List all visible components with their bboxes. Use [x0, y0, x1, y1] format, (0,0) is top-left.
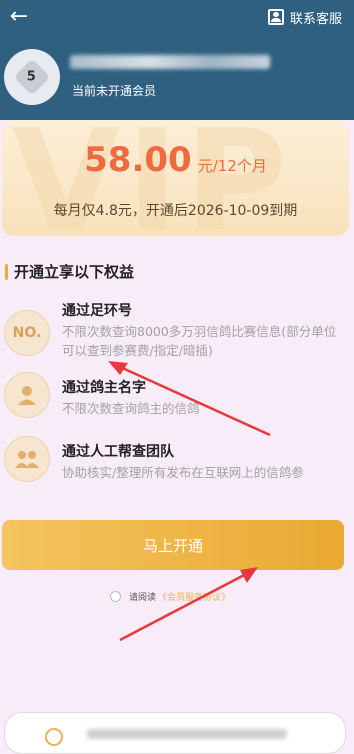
benefit-desc: 不限次数查询鸽主的信鸽 [62, 401, 200, 416]
agreement-link[interactable]: 《会员服务协议》 [158, 590, 230, 603]
benefit-desc: 不限次数查询8000多万羽信鸽比赛信息(部分单位可以查到参赛费/指定/暗插) [62, 324, 337, 358]
bottom-popup-card[interactable] [4, 712, 346, 754]
member-status: 当前未开通会员 [72, 84, 157, 98]
benefit-title: 通过足环号 [62, 303, 132, 319]
team-icon [4, 436, 50, 482]
username-blurred [70, 55, 270, 69]
agreement-radio[interactable] [110, 591, 121, 602]
level-badge-icon: 5 [13, 58, 51, 96]
section-accent-bar [5, 264, 8, 280]
benefits-title: 开通立享以下权益 [14, 263, 135, 281]
annotation-arrow-2 [119, 570, 251, 642]
annotation-arrowhead-1 [108, 361, 128, 375]
agreement-row: 请阅读 《会员服务协议》 [110, 590, 230, 603]
vip-price-card[interactable]: VIP 58.00 元/12个月 每月仅4.8元，开通后2026-10-09到期 [2, 120, 349, 236]
benefit-title: 通过人工帮查团队 [62, 444, 174, 460]
price-note: 每月仅4.8元，开通后2026-10-09到期 [53, 203, 298, 219]
contact-service-button[interactable]: 联系客服 [267, 6, 342, 28]
contact-service-label: 联系客服 [289, 11, 342, 27]
header-bar: ← 联系客服 5 当前未开通会员 [0, 0, 354, 120]
person-icon [4, 372, 50, 418]
avatar[interactable]: 5 [4, 49, 60, 105]
price-unit: 元/12个月 [197, 157, 267, 175]
benefit-desc: 协助核实/整理所有发布在互联网上的信鸽参 [62, 465, 304, 480]
bottom-text-blurred [87, 729, 287, 739]
back-arrow-icon[interactable]: ← [6, 4, 32, 30]
price-amount: 58.00 [84, 140, 192, 180]
benefit-title: 通过鸽主名字 [62, 380, 146, 396]
level-number: 5 [27, 69, 37, 85]
number-badge-icon: NO. [4, 310, 50, 356]
contact-card-icon [267, 9, 284, 25]
open-membership-button[interactable]: 马上开通 [2, 520, 344, 570]
info-icon [45, 728, 63, 746]
agreement-prefix: 请阅读 [129, 593, 157, 603]
